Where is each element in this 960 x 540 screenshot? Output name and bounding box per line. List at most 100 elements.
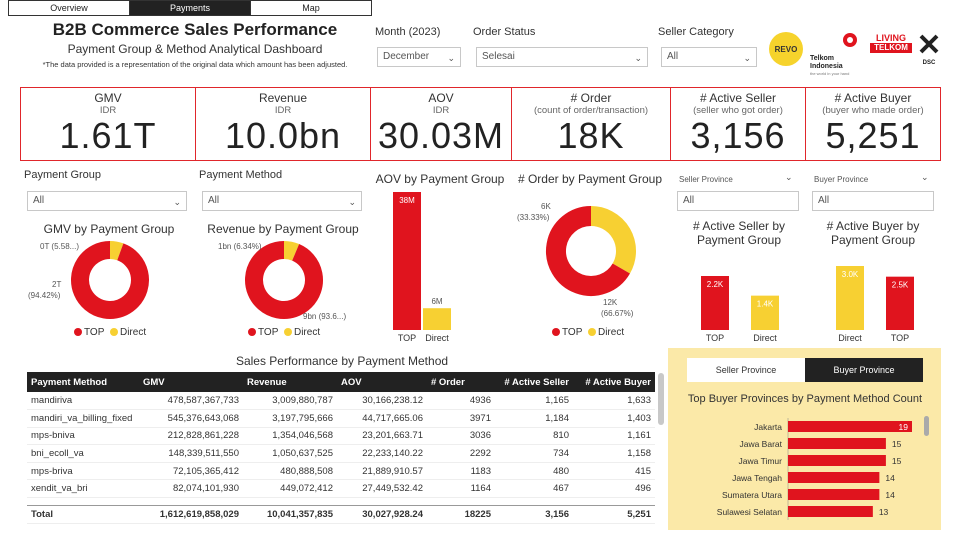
table-cell: 5,251 xyxy=(573,505,655,524)
tab-overview[interactable]: Overview xyxy=(9,1,130,15)
seller-category-value: All xyxy=(667,51,679,62)
kpi-title: # Order xyxy=(570,91,612,105)
table-cell: 22,233,140.22 xyxy=(337,444,427,463)
kpi-title: Revenue xyxy=(258,91,308,105)
table-cell: 212,828,861,228 xyxy=(139,427,243,446)
order-legend: TOP Direct xyxy=(552,327,624,338)
tab-seller-province[interactable]: Seller Province xyxy=(687,358,805,382)
seller-province-dropdown[interactable]: All xyxy=(677,191,799,211)
order-top-pct-label: (66.67%) xyxy=(601,309,634,318)
table-cell: 4936 xyxy=(427,392,495,411)
telkom-mark-icon xyxy=(843,33,857,47)
table-cell: mps-bniva xyxy=(27,427,139,446)
column-header[interactable]: # Active Seller xyxy=(495,372,573,392)
chevron-down-icon: ⌄ xyxy=(173,197,181,207)
table-cell: 545,376,643,068 xyxy=(139,409,243,428)
column-header[interactable]: Payment Method xyxy=(27,372,139,392)
revo-logo: REVO xyxy=(769,32,803,66)
bar-data-label: 2.2K xyxy=(707,280,724,289)
chevron-down-icon[interactable]: ⌄ xyxy=(921,172,929,183)
table-cell: 1,633 xyxy=(573,392,655,411)
table-cell: 1,403 xyxy=(573,409,655,428)
chevron-down-icon: ⌄ xyxy=(743,53,751,63)
kpi-active-buyer-card: # Active Buyer (buyer who made order) 5,… xyxy=(805,87,941,161)
payment-method-dropdown[interactable]: All ⌄ xyxy=(202,191,362,211)
table-cell: 1,354,046,568 xyxy=(243,427,337,446)
tab-payments[interactable]: Payments xyxy=(130,1,251,15)
seller-category-dropdown[interactable]: All ⌄ xyxy=(661,47,757,67)
table-spacer xyxy=(27,498,655,506)
province-label: Jawa Tengah xyxy=(732,473,782,483)
tab-buyer-province[interactable]: Buyer Province xyxy=(805,358,923,382)
active-seller-chart-title: # Active Seller by Payment Group xyxy=(692,219,786,247)
table-row[interactable]: mandiri_va_billing_fixed 545,376,643,068 3… xyxy=(27,409,655,428)
gmv-legend: TOP Direct xyxy=(74,327,146,338)
seller-province-value: All xyxy=(683,195,695,206)
order-status-value: Selesai xyxy=(482,51,515,62)
column-header[interactable]: # Order xyxy=(427,372,495,392)
kpi-value: 3,156 xyxy=(690,115,786,156)
kpi-title: AOV xyxy=(428,91,454,105)
table-header-row: Payment Method GMV Revenue AOV # Order #… xyxy=(27,372,655,392)
province-value-label: 14 xyxy=(885,473,895,483)
gmv-chart-title: GMV by Payment Group xyxy=(43,222,175,236)
table-row[interactable]: mps-briva 72,105,365,412 480,888,508 21,889… xyxy=(27,462,655,481)
page-subtitle: Payment Group & Method Analytical Dashbo… xyxy=(67,42,323,56)
bar-category-label: Direct xyxy=(425,333,449,343)
legend-direct-swatch xyxy=(283,328,292,336)
buyer-province-label: Buyer Province xyxy=(814,175,869,184)
kpi-title: GMV xyxy=(94,91,122,105)
province-bar xyxy=(788,472,880,483)
column-header[interactable]: # Active Buyer xyxy=(573,372,655,392)
kpi-order-card: # Order (count of order/transaction) 18K xyxy=(511,87,671,161)
month-dropdown[interactable]: December ⌄ xyxy=(377,47,461,67)
table-row[interactable]: mandiriva 478,587,367,733 3,009,880,787 30,… xyxy=(27,392,655,411)
payment-method-table: Payment Method GMV Revenue AOV # Order #… xyxy=(27,372,655,524)
order-status-dropdown[interactable]: Selesai ⌄ xyxy=(476,47,648,67)
gmv-top-pct-label: (94.42%) xyxy=(28,291,61,300)
dsc-text: DSC xyxy=(922,60,936,66)
province-label: Jakarta xyxy=(754,422,782,432)
table-total-row[interactable]: Total 1,612,619,858,029 10,041,357,835 30,0… xyxy=(27,505,655,524)
province-value-label: 14 xyxy=(885,490,895,500)
table-cell: 3,009,880,787 xyxy=(243,392,337,411)
payment-group-label: Payment Group xyxy=(24,169,102,181)
table-cell: 18225 xyxy=(427,505,495,524)
data-note: *The data provided is a representation o… xyxy=(42,60,348,69)
table-cell: Total xyxy=(27,505,139,524)
table-scrollbar[interactable] xyxy=(658,373,664,425)
table-cell: 478,587,367,733 xyxy=(139,392,243,411)
table-title: Sales Performance by Payment Method xyxy=(235,354,449,368)
chevron-down-icon[interactable]: ⌄ xyxy=(785,172,793,183)
telkom-logo: Telkom Indonesia the world in your hand xyxy=(810,30,864,76)
province-label: Jawa Timur xyxy=(739,456,783,466)
table-cell: 10,041,357,835 xyxy=(243,505,337,524)
province-bar xyxy=(788,438,886,449)
table-row[interactable]: xendit_va_bri 82,074,101,930 449,072,412 27… xyxy=(27,479,655,499)
province-scrollbar[interactable] xyxy=(924,416,929,436)
aov-bar-chart: 38M TOP 6M Direct xyxy=(393,192,451,343)
living-text: LIVING xyxy=(875,33,906,43)
tab-map[interactable]: Map xyxy=(251,1,371,15)
page-title: B2B Commerce Sales Performance xyxy=(52,20,338,39)
dsc-mark-icon xyxy=(919,34,939,54)
buyer-province-dropdown[interactable]: All xyxy=(812,191,934,211)
column-header[interactable]: Revenue xyxy=(243,372,337,392)
table-cell: 480,888,508 xyxy=(243,462,337,481)
donut-slice-direct xyxy=(109,241,124,261)
kpi-aov-card: AOV IDR 30.03M xyxy=(370,87,512,161)
legend-direct-label: Direct xyxy=(293,327,321,338)
table-cell: mandiri_va_billing_fixed xyxy=(27,409,139,428)
table-cell: 27,449,532.42 xyxy=(337,479,427,499)
table-cell: 1,161 xyxy=(573,427,655,446)
table-cell: 1183 xyxy=(427,462,495,481)
column-header[interactable]: AOV xyxy=(337,372,427,392)
gmv-donut-chart xyxy=(71,241,149,319)
column-header[interactable]: GMV xyxy=(139,372,243,392)
payment-group-dropdown[interactable]: All ⌄ xyxy=(27,191,187,211)
active-buyer-chart-title: # Active Buyer by Payment Group xyxy=(826,219,920,247)
table-row[interactable]: mps-bniva 212,828,861,228 1,354,046,568 23,… xyxy=(27,427,655,446)
table-cell: 496 xyxy=(573,479,655,499)
kpi-value: 18K xyxy=(557,115,625,156)
table-row[interactable]: bni_ecoll_va 148,339,511,550 1,050,637,525… xyxy=(27,444,655,463)
